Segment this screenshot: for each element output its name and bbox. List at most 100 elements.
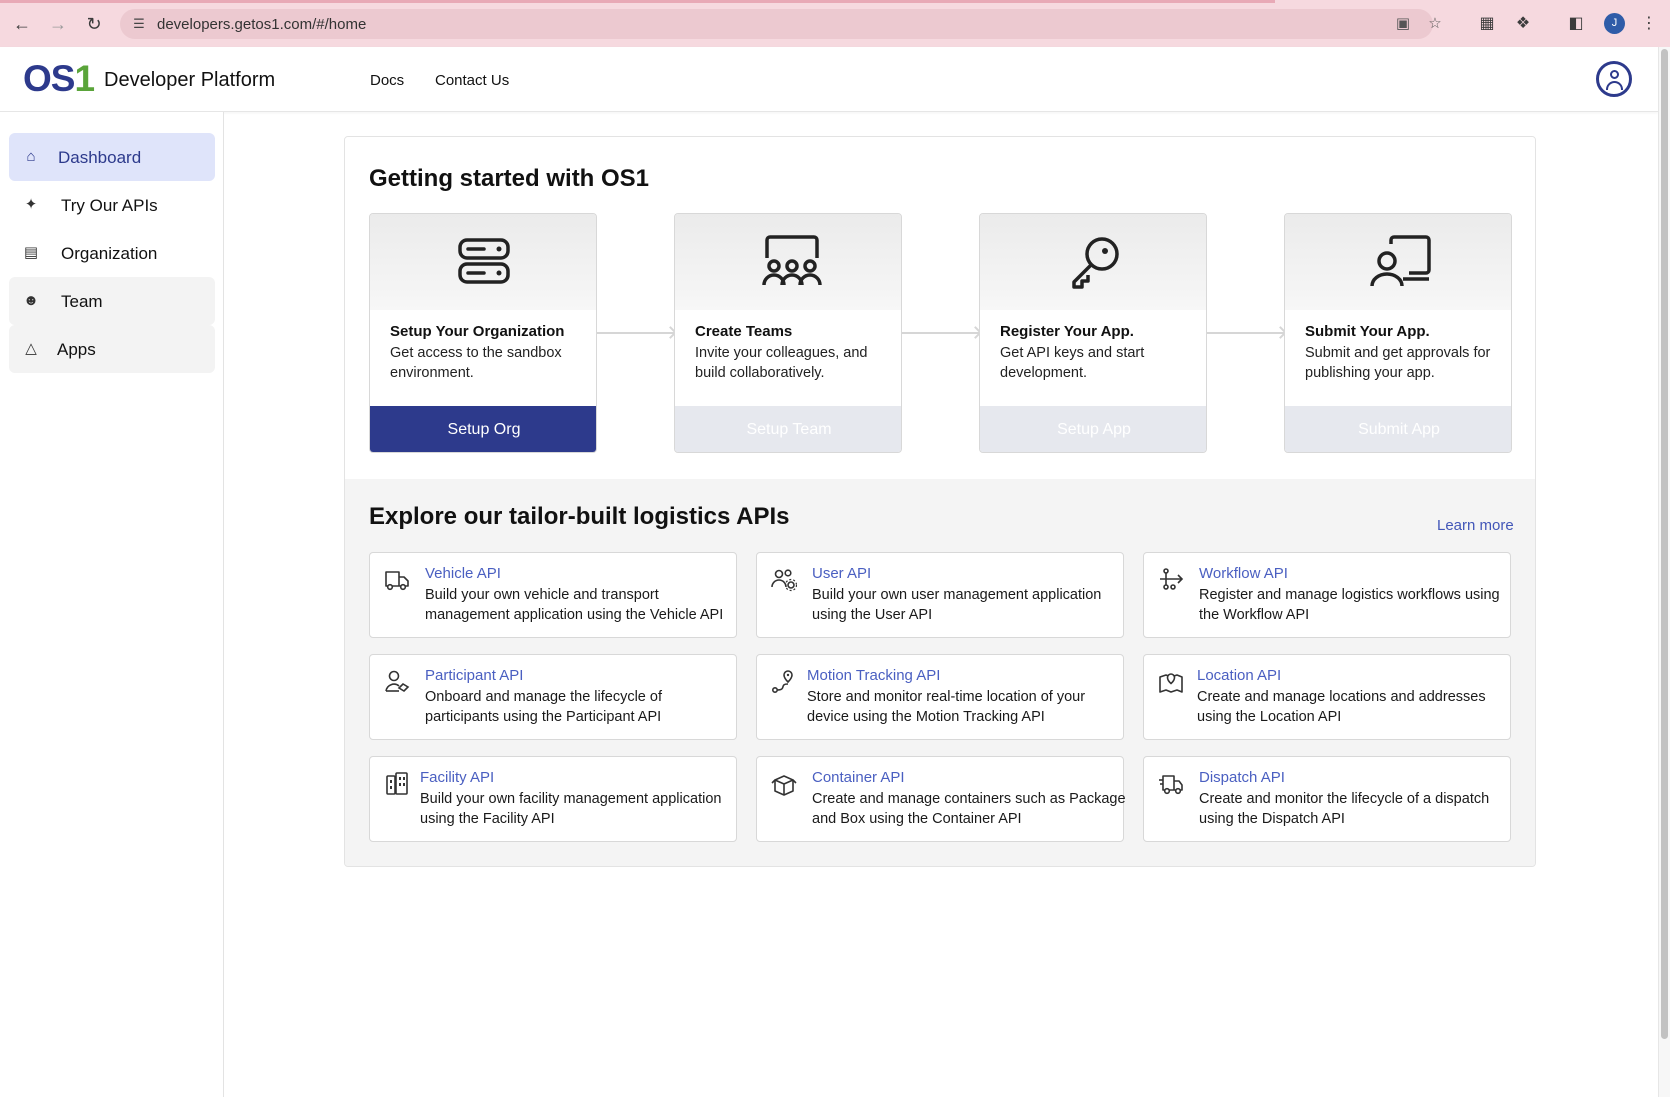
dispatch-truck-icon	[1159, 775, 1183, 795]
sidebar-item-apps[interactable]: △ Apps	[9, 325, 215, 373]
api-description: Register and manage logistics workflows …	[1199, 587, 1500, 623]
brand-title: Developer Platform	[104, 69, 276, 91]
step-arrow	[597, 332, 675, 334]
api-description: Create and manage locations and addresse…	[1197, 689, 1486, 725]
reload-icon[interactable]: ↻	[82, 12, 106, 36]
step-card-organization: Setup Your Organization Get access to th…	[369, 213, 597, 453]
api-description: Build your own facility management appli…	[420, 791, 722, 827]
api-card-user[interactable]: User API Build your own user management …	[756, 552, 1124, 638]
sidebar-item-label: Organization	[61, 244, 158, 263]
dashboard-card: Getting started with OS1 Setup Your Orga…	[344, 136, 1536, 867]
api-card-location[interactable]: Location API Create and manage locations…	[1143, 654, 1511, 740]
install-app-icon[interactable]: ▣	[1393, 14, 1413, 34]
api-description: Store and monitor real-time location of …	[807, 689, 1086, 725]
nav-docs-link[interactable]: Docs	[370, 72, 404, 89]
step-title: Create Teams	[695, 323, 793, 340]
step-card-submit-app: Submit Your App. Submit and get approval…	[1284, 213, 1512, 453]
api-description: Create and monitor the lifecycle of a di…	[1199, 791, 1490, 827]
sidebar-item-try-apis[interactable]: ✦ Try Our APIs	[9, 181, 215, 229]
step-description: Get access to the sandbox environment.	[390, 345, 562, 381]
api-card-dispatch[interactable]: Dispatch API Create and monitor the life…	[1143, 756, 1511, 842]
sidebar-item-organization[interactable]: ▤ Organization	[9, 229, 215, 277]
browser-profile-avatar[interactable]: J	[1604, 13, 1625, 34]
api-description: Create and manage containers such as Pac…	[812, 791, 1126, 827]
building-icon	[386, 772, 408, 795]
api-card-participant[interactable]: Participant API Onboard and manage the l…	[369, 654, 737, 740]
apps-icon: △	[25, 340, 37, 357]
account-user-icon[interactable]	[1596, 61, 1632, 97]
api-card-workflow[interactable]: Workflow API Register and manage logisti…	[1143, 552, 1511, 638]
api-card-facility[interactable]: Facility API Build your own facility man…	[369, 756, 737, 842]
extension-icon[interactable]: ▦	[1475, 12, 1499, 36]
sidebar-item-label: Team	[61, 292, 103, 311]
map-pin-icon	[1159, 673, 1183, 693]
api-name[interactable]: Vehicle API	[425, 565, 501, 582]
api-card-container[interactable]: Container API Create and manage containe…	[756, 756, 1126, 842]
server-icon	[458, 238, 510, 284]
org-chart-icon: ▤	[23, 244, 39, 261]
api-name[interactable]: Dispatch API	[1199, 769, 1285, 786]
api-description: Build your own user management applicati…	[812, 587, 1102, 623]
step-arrow	[902, 332, 980, 334]
step-description: Invite your colleagues, and build collab…	[695, 345, 868, 381]
api-description: Build your own vehicle and transport mana…	[425, 587, 724, 623]
site-settings-icon[interactable]: ☰	[130, 15, 148, 33]
app-header: OS1 Developer Platform Docs Contact Us	[0, 47, 1658, 112]
url-text[interactable]: developers.getos1.com/#/home	[157, 16, 366, 33]
api-card-motion-tracking[interactable]: Motion Tracking API Store and monitor re…	[756, 654, 1124, 740]
api-name[interactable]: Participant API	[425, 667, 523, 684]
setup-org-button[interactable]: Setup Org	[370, 406, 596, 452]
setup-app-button[interactable]: Setup App	[980, 406, 1206, 452]
browser-toolbar: ← → ↻ ☰ developers.getos1.com/#/home ▣ ☆…	[0, 0, 1670, 47]
api-name[interactable]: User API	[812, 565, 871, 582]
step-title: Register Your App.	[1000, 323, 1134, 340]
page-load-progress	[0, 0, 1275, 3]
submit-app-button[interactable]: Submit App	[1285, 406, 1511, 452]
learn-more-link[interactable]: Learn more	[1437, 517, 1514, 534]
api-name[interactable]: Motion Tracking API	[807, 667, 940, 684]
home-icon: ⌂	[26, 148, 36, 165]
os1-logo[interactable]: OS1	[23, 59, 95, 99]
explore-title: Explore our tailor-built logistics APIs	[369, 503, 790, 530]
workflow-icon	[1160, 568, 1184, 590]
participant-icon	[385, 670, 410, 693]
api-card-vehicle[interactable]: Vehicle API Build your own vehicle and t…	[369, 552, 737, 638]
scrollbar-thumb[interactable]	[1661, 49, 1668, 1039]
route-pin-icon	[771, 670, 793, 693]
step-title: Setup Your Organization	[390, 323, 565, 340]
api-name[interactable]: Facility API	[420, 769, 494, 786]
getting-started-section: Getting started with OS1 Setup Your Orga…	[345, 137, 1535, 479]
forward-arrow-icon[interactable]: →	[46, 12, 70, 36]
key-icon	[1072, 237, 1119, 289]
setup-team-button[interactable]: Setup Team	[675, 406, 901, 452]
sidebar-item-dashboard[interactable]: ⌂ Dashboard	[9, 133, 215, 181]
sidebar: ⌂ Dashboard ✦ Try Our APIs ▤ Organizatio…	[0, 112, 224, 1097]
sidebar-item-label: Try Our APIs	[61, 196, 158, 215]
explore-apis-section: Explore our tailor-built logistics APIs …	[345, 479, 1535, 866]
sidebar-item-label: Apps	[57, 340, 96, 359]
address-bar[interactable]: ☰ developers.getos1.com/#/home ▣ ☆	[120, 9, 1442, 39]
api-name[interactable]: Location API	[1197, 667, 1281, 684]
step-description: Submit and get approvals for publishing …	[1305, 345, 1491, 381]
side-panel-icon[interactable]: ◧	[1564, 12, 1588, 36]
box-icon	[771, 775, 797, 796]
truck-icon	[385, 571, 409, 591]
team-icon: ☻	[23, 292, 39, 309]
nav-contact-link[interactable]: Contact Us	[435, 72, 509, 89]
step-card-register-app: Register Your App. Get API keys and star…	[979, 213, 1207, 453]
api-name[interactable]: Container API	[812, 769, 905, 786]
browser-menu-icon[interactable]: ⋮	[1637, 12, 1661, 36]
puzzle-extensions-icon[interactable]: ❖	[1511, 12, 1535, 36]
step-title: Submit Your App.	[1305, 323, 1430, 340]
back-arrow-icon[interactable]: ←	[10, 12, 34, 36]
getting-started-title: Getting started with OS1	[369, 165, 650, 192]
users-gear-icon	[771, 569, 797, 592]
network-icon: ✦	[24, 196, 38, 213]
bookmark-star-icon[interactable]: ☆	[1425, 14, 1445, 34]
api-name[interactable]: Workflow API	[1199, 565, 1288, 582]
page-scrollbar[interactable]	[1658, 47, 1670, 1097]
sidebar-item-team[interactable]: ☻ Team	[9, 277, 215, 325]
api-description: Onboard and manage the lifecycle of parti…	[425, 689, 662, 725]
step-arrow	[1207, 332, 1285, 334]
step-description: Get API keys and start development.	[1000, 345, 1145, 381]
